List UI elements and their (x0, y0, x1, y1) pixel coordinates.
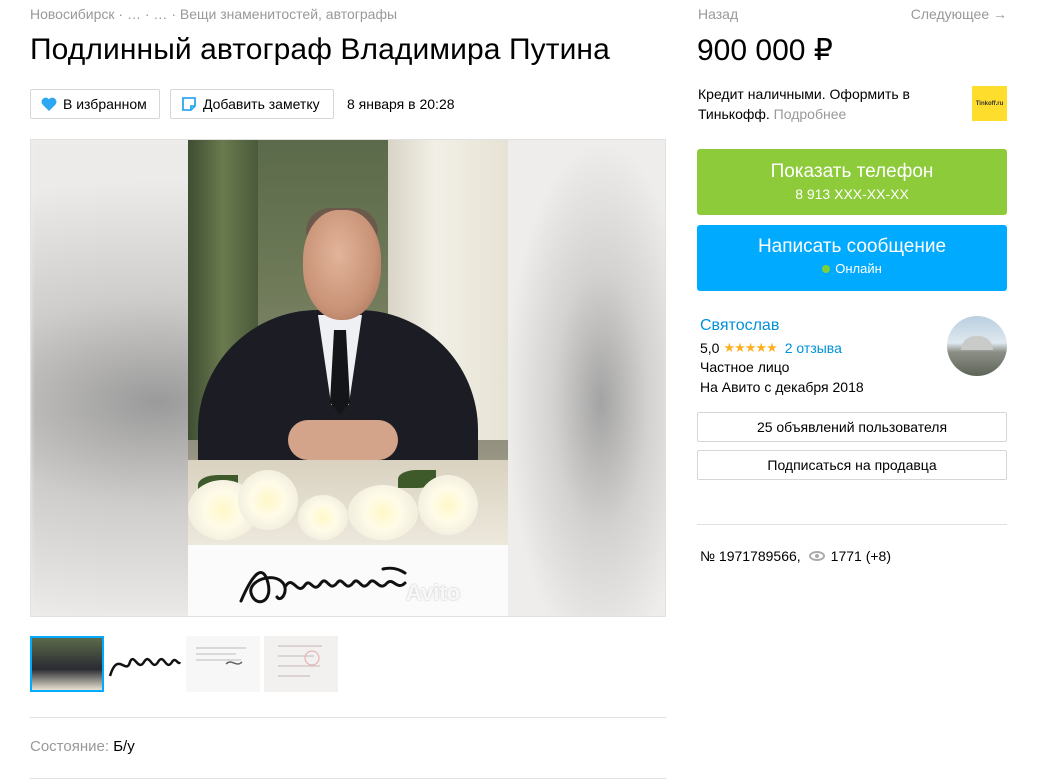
star-icon: ★★★★★ (723, 340, 777, 355)
thumbnail-document (278, 645, 322, 677)
show-phone-button[interactable]: Показать телефон 8 913 XXX-XX-XX (697, 149, 1007, 215)
page-title: Подлинный автограф Владимира Путина (30, 33, 610, 66)
subscribe-seller-button[interactable]: Подписаться на продавца (697, 450, 1007, 480)
add-note-button[interactable]: Добавить заметку (170, 89, 334, 119)
heart-icon (41, 97, 57, 111)
online-dot-icon (822, 264, 831, 273)
online-label: Онлайн (835, 261, 882, 276)
seller-name-link[interactable]: Святослав (700, 317, 779, 335)
thumbnail-signature (108, 657, 182, 677)
flower (418, 475, 478, 535)
breadcrumb-separator: · … · … · (114, 6, 180, 22)
thumbnail-document (196, 647, 246, 665)
thumbnail-3[interactable] (186, 636, 260, 692)
favorite-label: В избранном (63, 96, 147, 112)
portrait-image (188, 140, 508, 545)
listing-date: 8 января в 20:28 (347, 96, 455, 112)
seller-since: На Авито с декабря 2018 (700, 379, 864, 395)
photo-thumbnails (30, 636, 338, 692)
write-message-button[interactable]: Написать сообщение Онлайн (697, 225, 1007, 291)
seller-type: Частное лицо (700, 359, 790, 375)
online-status: Онлайн (697, 261, 1007, 276)
user-ads-button[interactable]: 25 объявлений пользователя (697, 412, 1007, 442)
avatar[interactable] (947, 316, 1007, 376)
divider (30, 778, 666, 779)
eye-icon (808, 551, 825, 561)
divider (30, 717, 666, 718)
rating-value: 5,0 (700, 340, 720, 356)
credit-more-link[interactable]: Подробнее (774, 106, 847, 122)
flower (298, 495, 348, 540)
thumbnail-2[interactable] (108, 636, 182, 692)
add-note-label: Добавить заметку (203, 96, 320, 112)
view-count: 1771 (+8) (830, 548, 891, 564)
thumbnail-1[interactable] (30, 636, 104, 692)
phone-masked: 8 913 XXX-XX-XX (795, 186, 909, 202)
ad-id: № 1971789566, (700, 548, 801, 564)
reviews-link[interactable]: 2 отзыва (785, 340, 842, 356)
ad-info: № 1971789566, 1771 (+8) (700, 548, 891, 564)
condition: Состояние: Б/у (30, 738, 135, 755)
photo-blur-background-right (505, 140, 665, 616)
divider (697, 524, 1007, 525)
breadcrumb-category[interactable]: Вещи знаменитостей, автографы (180, 6, 397, 22)
autograph-photo (188, 140, 508, 616)
prev-listing-link[interactable]: Назад (698, 6, 738, 22)
flower (348, 485, 418, 540)
breadcrumb: Новосибирск · … · … · Вещи знаменитостей… (30, 6, 397, 22)
show-phone-label: Показать телефон (770, 161, 934, 182)
breadcrumb-city[interactable]: Новосибирск (30, 6, 115, 22)
flower (238, 470, 298, 530)
tinkoff-logo[interactable]: Tinkoff.ru (972, 86, 1007, 121)
write-message-label: Написать сообщение (757, 236, 947, 257)
main-photo[interactable]: Avito (30, 139, 666, 617)
condition-value: Б/у (113, 738, 135, 755)
credit-offer: Кредит наличными. Оформить в Тинькофф. П… (698, 84, 938, 124)
seller-rating: 5,0 ★★★★★ 2 отзыва (700, 340, 842, 356)
signature-scribble (239, 566, 407, 604)
condition-label: Состояние: (30, 738, 110, 755)
avatar-building (961, 336, 993, 350)
hands (288, 420, 398, 460)
next-listing-link[interactable]: Следующее → (911, 6, 1007, 22)
note-icon (182, 97, 196, 111)
thumbnail-4[interactable] (264, 636, 338, 692)
price: 900 000 ₽ (697, 34, 833, 67)
avito-watermark: Avito (406, 580, 461, 605)
favorite-button[interactable]: В избранном (30, 89, 160, 119)
face (303, 210, 381, 320)
